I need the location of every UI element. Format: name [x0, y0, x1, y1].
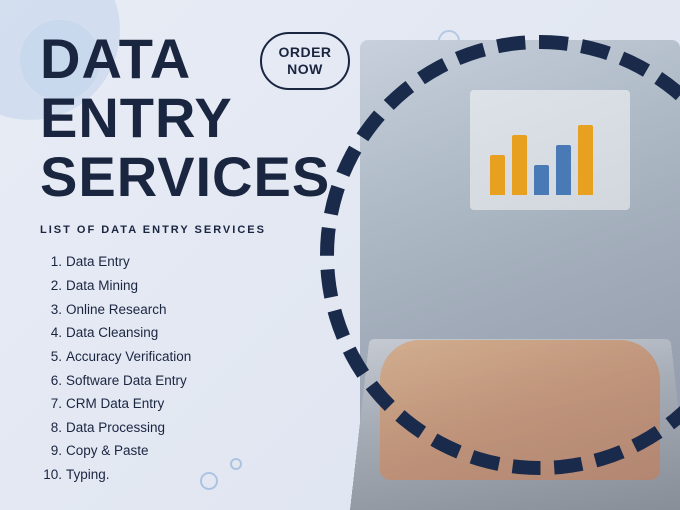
list-item: 6.Software Data Entry [40, 369, 360, 393]
list-item-label: Data Processing [66, 416, 165, 440]
list-item: 3.Online Research [40, 298, 360, 322]
list-item-label: Online Research [66, 298, 167, 322]
list-item-number: 7. [40, 392, 62, 416]
list-item-number: 5. [40, 345, 62, 369]
list-item-number: 8. [40, 416, 62, 440]
list-item: 5.Accuracy Verification [40, 345, 360, 369]
list-item-label: Accuracy Verification [66, 345, 191, 369]
list-item-number: 3. [40, 298, 62, 322]
list-item: 1.Data Entry [40, 250, 360, 274]
list-item-label: Copy & Paste [66, 439, 149, 463]
order-now-label: ORDERNOW [278, 44, 331, 78]
list-item: 7.CRM Data Entry [40, 392, 360, 416]
list-item: 4.Data Cleansing [40, 321, 360, 345]
list-item: 8.Data Processing [40, 416, 360, 440]
list-heading: LIST OF DATA ENTRY SERVICES [40, 224, 360, 236]
list-item-number: 6. [40, 369, 62, 393]
list-item-label: Data Entry [66, 250, 130, 274]
page-container: DATA ENTRY SERVICES ORDERNOW LIST OF DAT… [0, 0, 680, 510]
list-item-number: 9. [40, 439, 62, 463]
order-now-button[interactable]: ORDERNOW [260, 32, 350, 90]
list-item-number: 1. [40, 250, 62, 274]
list-item-label: Typing. [66, 463, 110, 487]
list-item: 2.Data Mining [40, 274, 360, 298]
list-item-label: CRM Data Entry [66, 392, 164, 416]
main-content: DATA ENTRY SERVICES ORDERNOW LIST OF DAT… [0, 0, 380, 510]
list-item: 9.Copy & Paste [40, 439, 360, 463]
list-item-label: Data Mining [66, 274, 138, 298]
list-item-label: Data Cleansing [66, 321, 158, 345]
list-item-number: 10. [40, 463, 62, 487]
list-item-number: 4. [40, 321, 62, 345]
list-item: 10.Typing. [40, 463, 360, 487]
services-list: 1.Data Entry2.Data Mining3.Online Resear… [40, 250, 360, 486]
list-item-number: 2. [40, 274, 62, 298]
list-item-label: Software Data Entry [66, 369, 187, 393]
